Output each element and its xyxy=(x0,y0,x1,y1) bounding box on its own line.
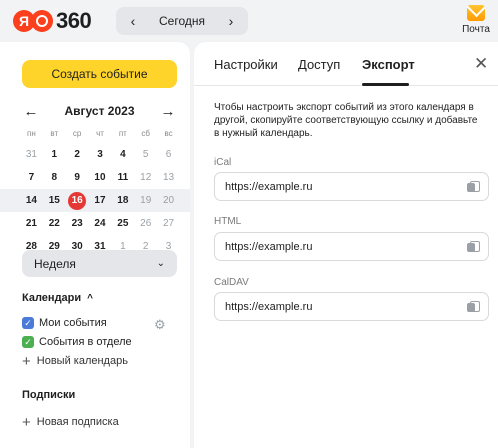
calendar-day[interactable]: 5 xyxy=(134,146,157,164)
ical-link-value: https://example.ru xyxy=(225,180,313,193)
calendar-day[interactable]: 23 xyxy=(66,215,89,233)
checkbox-checked-icon[interactable]: ✓ xyxy=(22,317,34,329)
month-title: Август 2023 xyxy=(64,104,135,118)
gear-icon[interactable]: ⚙ xyxy=(154,317,166,333)
view-select[interactable]: Неделя ⌄ xyxy=(22,250,177,277)
calendars-title: Календари xyxy=(22,292,82,304)
calendar-day[interactable]: 20 xyxy=(157,192,180,210)
calendar-settings-panel: Настройки Доступ Экспорт ✕ Чтобы настрои… xyxy=(194,42,498,448)
mini-calendar-header: ← Август 2023 → xyxy=(22,102,177,120)
calendar-day[interactable]: 10 xyxy=(89,169,112,187)
weekday-label: пт xyxy=(118,129,127,138)
new-calendar-label: Новый календарь xyxy=(36,355,128,367)
today-button[interactable]: Сегодня xyxy=(159,14,205,28)
prev-period-button[interactable]: ‹ xyxy=(126,13,140,29)
weekday-label: вт xyxy=(50,129,59,138)
calendar-day[interactable]: 18 xyxy=(111,192,134,210)
tab-access[interactable]: Доступ xyxy=(298,57,340,72)
calendar-day[interactable]: 14 xyxy=(20,192,43,210)
calendar-day[interactable]: 1 xyxy=(43,146,66,164)
next-month-button[interactable]: → xyxy=(159,103,177,120)
top-bar: Я 360 ‹ Сегодня › Почта xyxy=(0,0,498,42)
calendar-item-my-events[interactable]: ✓ Мои события xyxy=(22,317,107,329)
logo-ring-icon xyxy=(31,10,53,32)
weekday-label: ср xyxy=(72,129,82,138)
plus-icon: + xyxy=(22,352,31,370)
calendar-day[interactable]: 27 xyxy=(157,215,180,233)
calendar-day[interactable]: 13 xyxy=(157,169,180,187)
calendar-day[interactable]: 15 xyxy=(43,192,66,210)
next-period-button[interactable]: › xyxy=(224,13,238,29)
mail-icon xyxy=(467,5,485,21)
calendar-day[interactable]: 9 xyxy=(66,169,89,187)
calendar-item-department-events[interactable]: ✓ События в отделе xyxy=(22,336,132,348)
chevron-down-icon: ⌄ xyxy=(156,258,165,269)
create-event-button[interactable]: Создать событие xyxy=(22,60,177,88)
html-link-field[interactable]: https://example.ru xyxy=(214,232,489,261)
ical-label: iCal xyxy=(214,157,232,168)
calendar-day[interactable]: 12 xyxy=(134,169,157,187)
tab-export[interactable]: Экспорт xyxy=(362,57,415,72)
weekday-label: пн xyxy=(27,129,36,138)
subscriptions-title: Подписки xyxy=(22,389,76,401)
new-subscription-link[interactable]: + Новая подписка xyxy=(22,413,119,431)
sidebar: Создать событие ← Август 2023 → пн вт ср… xyxy=(0,42,190,448)
logo-text: 360 xyxy=(56,8,92,33)
chevron-up-icon: ^ xyxy=(87,292,93,304)
calendar-item-label: Мои события xyxy=(39,317,107,329)
plus-icon: + xyxy=(22,413,31,431)
settings-tabs: Настройки Доступ Экспорт ✕ xyxy=(194,42,498,86)
calendar-day[interactable]: 4 xyxy=(111,146,134,164)
copy-icon[interactable] xyxy=(467,241,480,252)
mail-link[interactable]: Почта xyxy=(458,5,494,35)
calendar-day[interactable]: 26 xyxy=(134,215,157,233)
copy-icon[interactable] xyxy=(467,301,480,312)
calendar-day[interactable]: 2 xyxy=(66,146,89,164)
calendar-day[interactable]: 31 xyxy=(20,146,43,164)
yandex-360-logo[interactable]: Я 360 xyxy=(13,8,92,34)
calendar-day[interactable]: 22 xyxy=(43,215,66,233)
calendar-week-row: 7 8 9 10 11 12 13 xyxy=(0,166,190,189)
weekday-label: сб xyxy=(141,129,150,138)
weekday-label: чт xyxy=(96,129,104,138)
prev-month-button[interactable]: ← xyxy=(22,103,40,120)
today-marker: 16 xyxy=(68,191,87,210)
calendar-item-label: События в отделе xyxy=(39,336,132,348)
new-subscription-label: Новая подписка xyxy=(36,416,119,428)
html-label: HTML xyxy=(214,216,242,227)
export-description: Чтобы настроить экспорт событий из этого… xyxy=(214,102,478,139)
calendar-week-row: 21 22 23 24 25 26 27 xyxy=(0,212,190,235)
calendar-day-today[interactable]: 16 xyxy=(66,191,89,210)
caldav-label: CalDAV xyxy=(214,277,249,288)
calendar-week-row: 14 15 16 17 18 19 20 xyxy=(0,189,190,212)
caldav-link-field[interactable]: https://example.ru xyxy=(214,292,489,321)
calendar-week-row: 31 1 2 3 4 5 6 xyxy=(0,143,190,166)
active-tab-indicator xyxy=(362,83,409,86)
date-navigation: ‹ Сегодня › xyxy=(116,7,248,35)
close-icon[interactable]: ✕ xyxy=(474,54,488,74)
weekday-label: вс xyxy=(164,129,173,138)
calendar-day[interactable]: 24 xyxy=(89,215,112,233)
calendar-day[interactable]: 25 xyxy=(111,215,134,233)
weekday-header: пн вт ср чт пт сб вс xyxy=(20,129,180,138)
calendar-day[interactable]: 17 xyxy=(89,192,112,210)
copy-icon[interactable] xyxy=(467,181,480,192)
new-calendar-link[interactable]: + Новый календарь xyxy=(22,352,128,370)
caldav-link-value: https://example.ru xyxy=(225,300,313,313)
calendar-day[interactable]: 19 xyxy=(134,192,157,210)
calendar-day[interactable]: 11 xyxy=(111,169,134,187)
calendar-day[interactable]: 21 xyxy=(20,215,43,233)
calendars-section-toggle[interactable]: Календари ^ xyxy=(22,292,93,304)
html-link-value: https://example.ru xyxy=(225,240,313,253)
mini-calendar-grid: 31 1 2 3 4 5 6 7 8 9 10 11 12 13 14 15 16 17 18 19 20 21 22 23 2… xyxy=(0,143,190,258)
tab-settings[interactable]: Настройки xyxy=(214,57,278,72)
checkbox-checked-icon[interactable]: ✓ xyxy=(22,336,34,348)
calendar-day[interactable]: 3 xyxy=(89,146,112,164)
calendar-day[interactable]: 8 xyxy=(43,169,66,187)
calendar-day[interactable]: 6 xyxy=(157,146,180,164)
ical-link-field[interactable]: https://example.ru xyxy=(214,172,489,201)
mail-label: Почта xyxy=(462,24,490,35)
view-select-value: Неделя xyxy=(34,256,76,271)
calendar-day[interactable]: 7 xyxy=(20,169,43,187)
